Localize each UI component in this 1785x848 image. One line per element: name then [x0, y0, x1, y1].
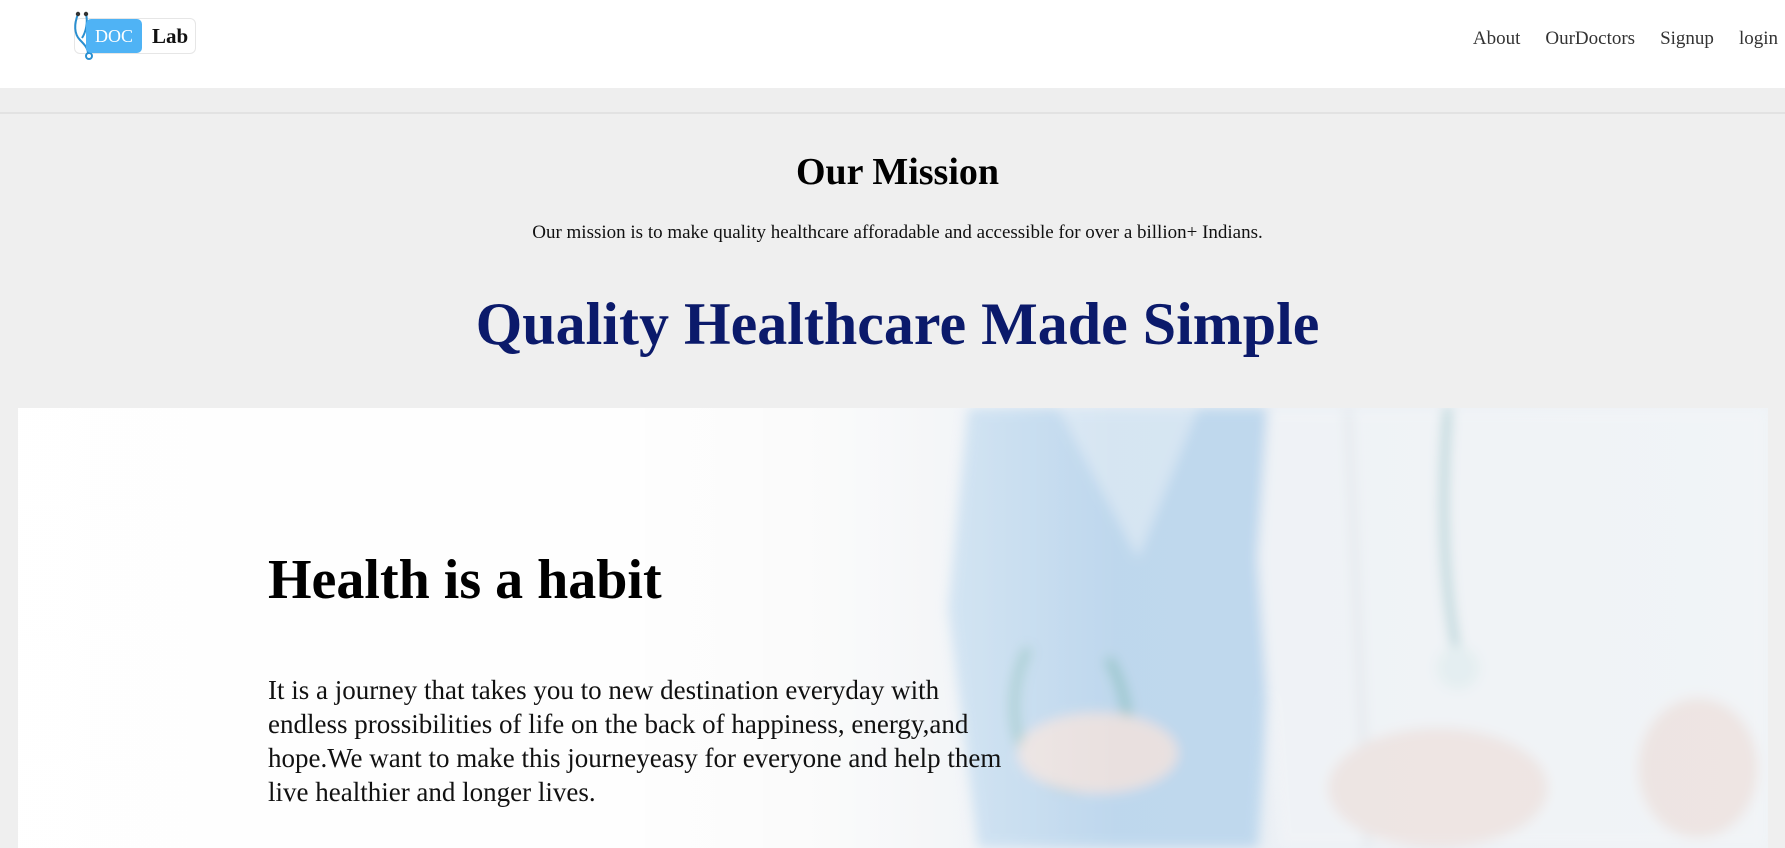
mission-title: Our Mission	[795, 151, 1000, 193]
logo-doc-text: DOC	[86, 19, 142, 53]
mission-text: Our mission is to make quality healthcar…	[532, 222, 1263, 243]
tagline-heading: Quality Healthcare Made Simple	[475, 291, 1320, 357]
nav-our-doctors[interactable]: OurDoctors	[1545, 24, 1635, 54]
navbar: DOC Lab About OurDoctors Signup login	[0, 0, 1785, 88]
doclab-logo[interactable]: DOC Lab	[72, 10, 198, 60]
hero-heading: Health is a habit	[268, 549, 662, 611]
nav-signup[interactable]: Signup	[1660, 24, 1714, 54]
nav-about[interactable]: About	[1473, 24, 1521, 54]
nav-login[interactable]: login	[1739, 24, 1778, 54]
nav-links: About OurDoctors Signup login	[1448, 24, 1778, 54]
hero-text: It is a journey that takes you to new de…	[268, 675, 1002, 807]
logo-lab-text: Lab	[152, 24, 189, 48]
hero-banner: Health is a habit It is a journey that t…	[18, 408, 1768, 848]
navbar-shadow	[0, 88, 1785, 114]
